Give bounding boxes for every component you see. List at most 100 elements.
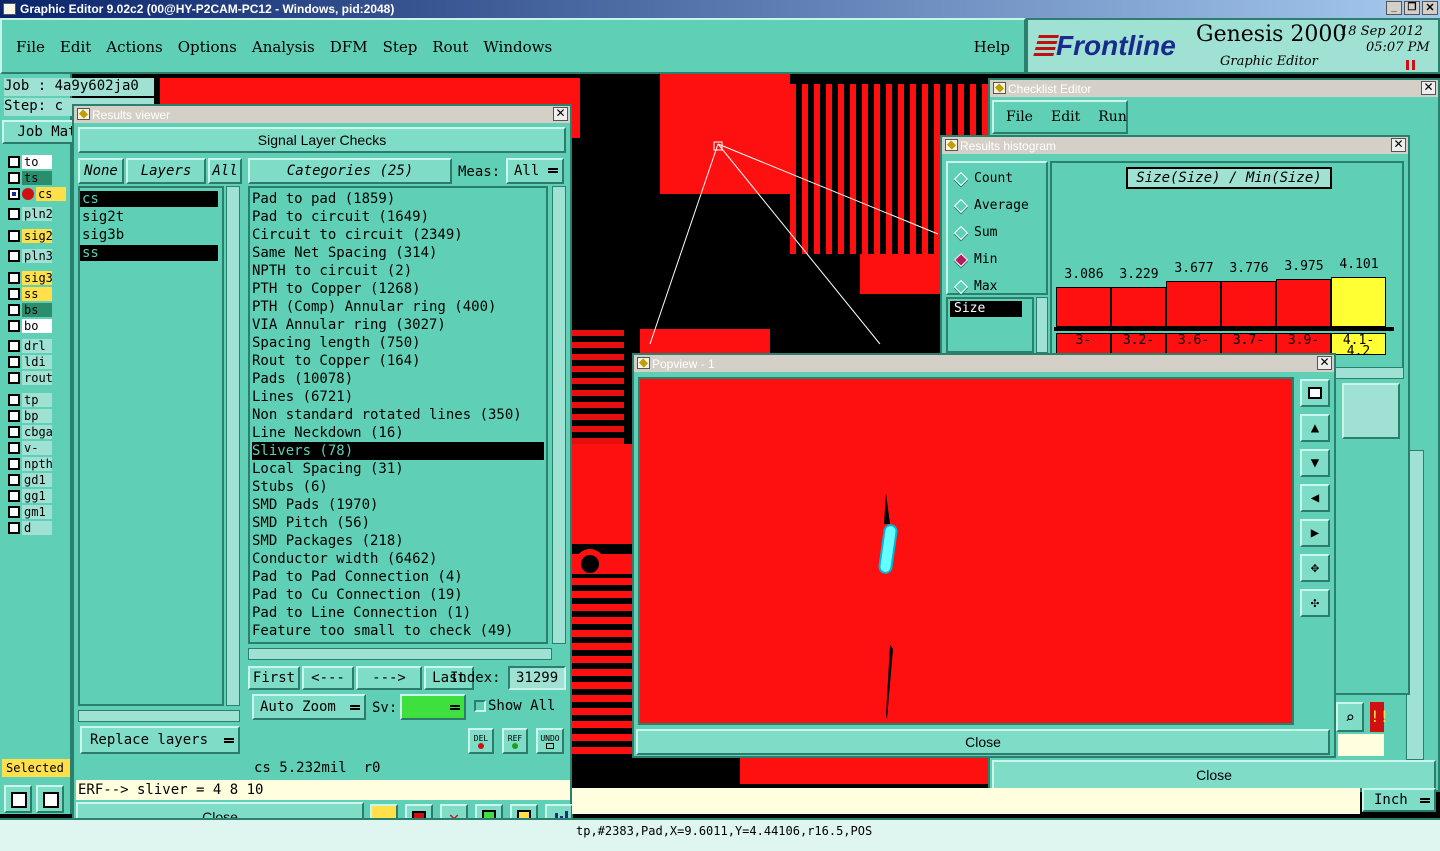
- category-item[interactable]: Spacing length (750): [252, 334, 546, 352]
- close-icon[interactable]: ✕: [1391, 138, 1406, 152]
- popview-canvas[interactable]: [638, 377, 1294, 725]
- layer-checkbox[interactable]: [8, 340, 20, 352]
- layer-checkbox[interactable]: [8, 230, 20, 242]
- category-list[interactable]: Pad to pad (1859) Pad to circuit (1649) Ci…: [248, 186, 548, 644]
- measure-icon[interactable]: [36, 785, 64, 813]
- histogram-bar[interactable]: [1331, 277, 1386, 327]
- category-item[interactable]: Pad to Pad Connection (4): [252, 568, 546, 586]
- category-item[interactable]: PTH (Comp) Annular ring (400): [252, 298, 546, 316]
- layer-checkbox[interactable]: [8, 250, 20, 262]
- checklist-menu-edit[interactable]: Edit: [1051, 109, 1080, 125]
- maximize-button[interactable]: ❐: [1404, 1, 1420, 15]
- category-item[interactable]: VIA Annular ring (3027): [252, 316, 546, 334]
- layer-checkbox[interactable]: [8, 304, 20, 316]
- layer-row-bs[interactable]: bs: [8, 302, 52, 318]
- layer-checkbox[interactable]: [8, 208, 20, 220]
- pan-left-icon[interactable]: ◀: [1300, 484, 1330, 512]
- zoom-home-icon[interactable]: [1300, 379, 1330, 407]
- show-all-checkbox[interactable]: [474, 700, 486, 712]
- layer-checkbox[interactable]: [8, 372, 20, 384]
- layer-checkbox[interactable]: [8, 288, 20, 300]
- layer-row-bp[interactable]: bp: [8, 408, 52, 424]
- histogram-option-count[interactable]: Count: [953, 171, 1013, 186]
- histogram-option-average[interactable]: Average: [953, 198, 1029, 213]
- menu-file[interactable]: File: [16, 38, 45, 56]
- ref-button[interactable]: REF: [502, 728, 528, 754]
- result-layer-item[interactable]: ss: [80, 245, 218, 261]
- checklist-menu-file[interactable]: File: [1006, 109, 1033, 125]
- menu-analysis[interactable]: Analysis: [252, 38, 315, 56]
- histogram-bar[interactable]: [1166, 281, 1221, 327]
- layer-row-ldi[interactable]: ldi: [8, 354, 52, 370]
- layer-row-to[interactable]: to: [8, 154, 52, 170]
- layer-checkbox[interactable]: [8, 188, 20, 200]
- meas-select[interactable]: All: [506, 158, 564, 184]
- pan-up-icon[interactable]: ▲: [1300, 414, 1330, 442]
- layer-row-bo[interactable]: bo: [8, 318, 52, 334]
- menu-rout[interactable]: Rout: [432, 38, 468, 56]
- sv-color-select[interactable]: [400, 694, 466, 720]
- popview-close-button[interactable]: Close: [636, 729, 1330, 755]
- category-item[interactable]: SMD Pads (1970): [252, 496, 546, 514]
- category-item[interactable]: PTH to Copper (1268): [252, 280, 546, 298]
- category-item[interactable]: Pad to Cu Connection (19): [252, 586, 546, 604]
- layer-row-pln2[interactable]: pln2: [8, 206, 53, 222]
- layer-checkbox[interactable]: [8, 172, 20, 184]
- layer-checkbox[interactable]: [8, 522, 20, 534]
- category-item[interactable]: Feature too small to check (49): [252, 622, 546, 640]
- all-button[interactable]: All: [208, 158, 242, 184]
- category-item[interactable]: Rout to Copper (164): [252, 352, 546, 370]
- histogram-bar[interactable]: [1056, 287, 1111, 327]
- prev-button[interactable]: <---: [302, 666, 354, 690]
- category-item[interactable]: Same Net Spacing (314): [252, 244, 546, 262]
- checklist-search-icon[interactable]: ⌕: [1336, 702, 1364, 732]
- layer-results-list[interactable]: cs sig2t sig3b ss: [78, 186, 224, 706]
- undo-button[interactable]: UNDO: [536, 728, 564, 754]
- layer-checkbox[interactable]: [8, 272, 20, 284]
- histogram-option-min[interactable]: Min: [953, 252, 997, 267]
- histogram-bar[interactable]: [1276, 279, 1331, 327]
- category-item[interactable]: Pads (10078): [252, 370, 546, 388]
- histogram-field-scrollbar[interactable]: [1036, 297, 1048, 353]
- layer-row-drl[interactable]: drl: [8, 338, 52, 354]
- auto-zoom-select[interactable]: Auto Zoom: [252, 694, 366, 720]
- layer-checkbox[interactable]: [8, 442, 20, 454]
- category-item[interactable]: SMD Pitch (56): [252, 514, 546, 532]
- category-item[interactable]: Pad to pad (1859): [252, 190, 546, 208]
- result-layer-item[interactable]: sig3b: [80, 226, 222, 244]
- category-item-selected[interactable]: Slivers (78): [252, 442, 544, 460]
- layer-checkbox[interactable]: [8, 320, 20, 332]
- close-icon[interactable]: ✕: [1421, 81, 1436, 95]
- close-window-button[interactable]: ✕: [1422, 1, 1438, 15]
- result-layer-item[interactable]: cs: [80, 191, 218, 207]
- signal-layer-checks-header[interactable]: Signal Layer Checks: [78, 127, 566, 153]
- close-icon[interactable]: ✕: [553, 107, 568, 121]
- category-item[interactable]: Stubs (6): [252, 478, 546, 496]
- layer-row-tp[interactable]: tp: [8, 392, 52, 408]
- layer-list-hscroll[interactable]: [78, 710, 240, 722]
- category-item[interactable]: Pad to Line Connection (1): [252, 604, 546, 622]
- histogram-field-size[interactable]: Size: [950, 301, 1022, 317]
- zoom-out-icon[interactable]: ✣: [1300, 589, 1330, 617]
- category-item[interactable]: NPTH to circuit (2): [252, 262, 546, 280]
- layer-row-gm1[interactable]: gm1: [8, 504, 52, 520]
- layer-row-gd1[interactable]: gd1: [8, 472, 52, 488]
- histogram-field-list[interactable]: Size: [946, 297, 1034, 353]
- help-menu[interactable]: Help: [974, 38, 1010, 56]
- categories-button[interactable]: Categories (25): [248, 158, 452, 184]
- layer-row-d[interactable]: d: [8, 520, 52, 536]
- category-item[interactable]: SMD Packages (218): [252, 532, 546, 550]
- layer-checkbox[interactable]: [8, 410, 20, 422]
- menu-dfm[interactable]: DFM: [330, 38, 368, 56]
- layer-row-cbga[interactable]: cbga: [8, 424, 53, 440]
- zoom-in-icon[interactable]: ✥: [1300, 554, 1330, 582]
- layer-row-rout[interactable]: rout: [8, 370, 53, 386]
- histogram-option-max[interactable]: Max: [953, 279, 997, 294]
- category-item[interactable]: Pad to circuit (1649): [252, 208, 546, 226]
- layer-checkbox[interactable]: [8, 394, 20, 406]
- layer-row-npth[interactable]: npth: [8, 456, 53, 472]
- layer-checkbox[interactable]: [8, 156, 20, 168]
- pan-right-icon[interactable]: ▶: [1300, 519, 1330, 547]
- first-button[interactable]: First: [248, 666, 300, 690]
- category-item[interactable]: Local Spacing (31): [252, 460, 546, 478]
